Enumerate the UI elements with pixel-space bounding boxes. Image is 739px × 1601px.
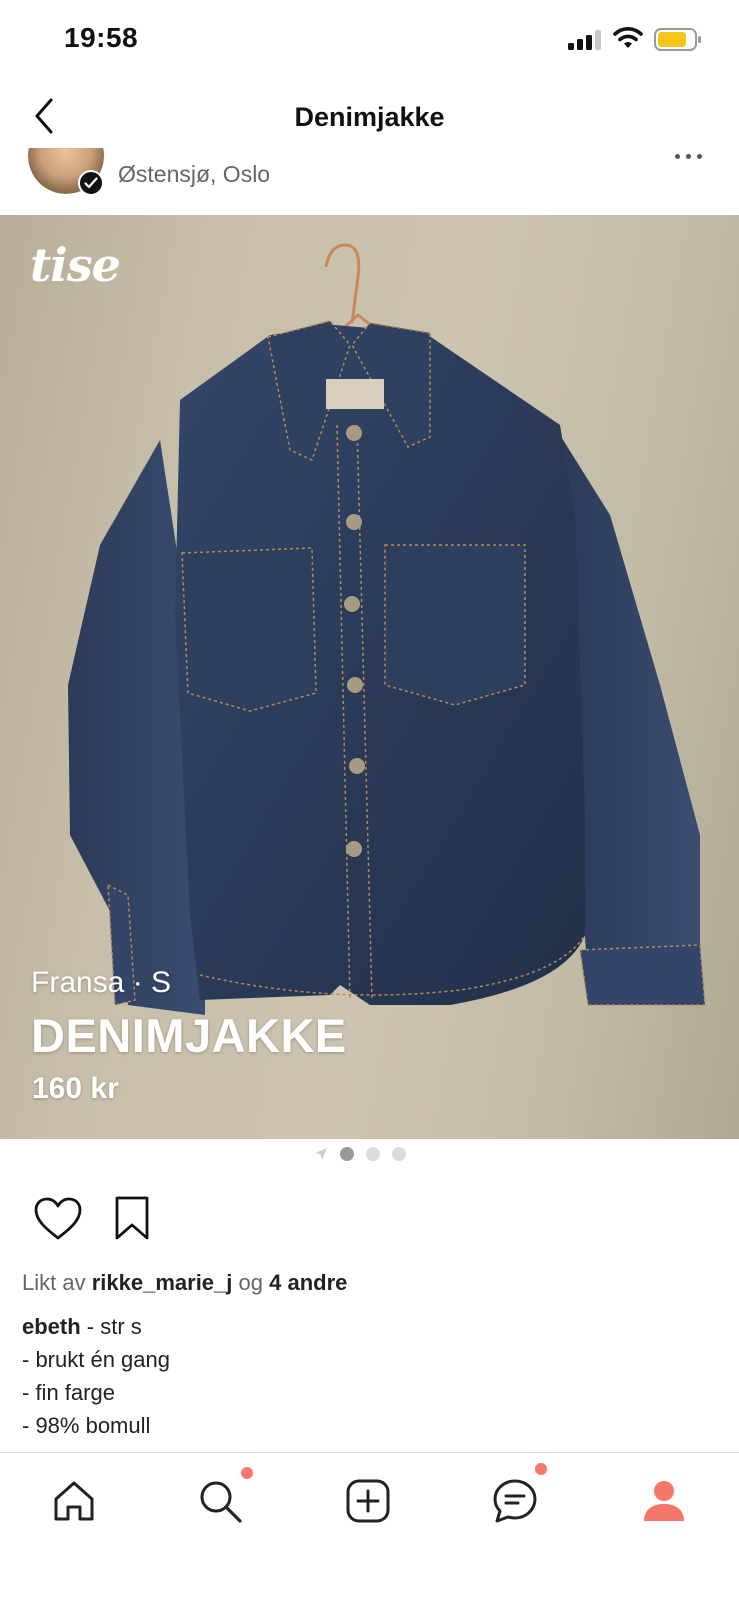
battery-icon [654,28,701,51]
brand-size: Fransa · S [31,966,172,999]
wifi-icon [613,27,643,48]
tab-messages[interactable] [485,1471,545,1531]
image-pager[interactable] [314,1144,406,1164]
messages-icon [493,1479,537,1523]
pager-dot[interactable] [392,1147,406,1161]
cellular-signal-icon [568,30,601,50]
location-arrow-icon [315,1148,327,1160]
bookmark-icon [115,1196,149,1240]
tab-home[interactable] [44,1471,104,1531]
description-line: - 98% bomull [22,1413,151,1438]
description-line: - brukt én gang [22,1347,170,1372]
heart-icon [34,1197,82,1240]
messages-notification-dot [535,1463,547,1475]
search-notification-dot [241,1467,253,1479]
seller-location: Østensjø, Oslo [118,161,271,187]
liked-by-user-link[interactable]: rikke_marie_j [92,1270,233,1295]
description-first-line: - str s [80,1314,142,1339]
denim-jacket-illustration [68,243,706,1015]
liked-by-prefix: Likt av [22,1270,86,1295]
description-line: - fin farge [22,1380,115,1405]
add-icon [346,1479,390,1523]
home-icon [54,1481,94,1521]
save-button[interactable] [112,1194,152,1242]
tab-search[interactable] [190,1471,250,1531]
item-title: DENIMJAKKE [31,1009,347,1062]
more-options-button[interactable] [666,146,710,166]
pager-dot[interactable] [340,1147,354,1161]
like-button[interactable] [33,1196,83,1242]
search-icon [200,1481,242,1523]
liked-by-others-link[interactable]: 4 andre [269,1270,347,1295]
pager-dot[interactable] [366,1147,380,1161]
tab-add[interactable] [338,1471,398,1531]
bottom-tab-bar [0,1452,739,1601]
liked-by-line: Likt av rikke_marie_j og 4 andre [22,1270,347,1296]
item-price: 160 kr [32,1072,119,1105]
status-time: 19:58 [64,22,139,53]
profile-icon [644,1481,684,1521]
item-description: ebeth - str s - brukt én gang - fin farg… [22,1310,170,1442]
description-author[interactable]: ebeth [22,1314,81,1339]
tab-profile[interactable] [634,1471,694,1531]
liked-by-joiner: og [238,1270,263,1295]
tise-watermark-logo: tise [30,238,121,292]
verified-badge-icon [78,170,104,196]
page-title: Denimjakke [294,102,445,132]
product-image[interactable] [0,215,739,1139]
